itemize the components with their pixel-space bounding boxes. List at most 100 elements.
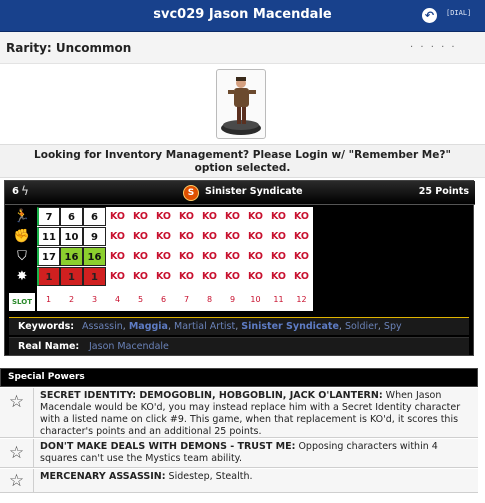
special-power-item: ☆ SECRET IDENTITY: DEMOGOBLIN, HOBGOBLIN… xyxy=(0,388,478,438)
slot-number: 8 xyxy=(206,295,213,304)
slot-number: 3 xyxy=(91,295,98,304)
dial-grid: 7 6 6 KO KO KO KO KO KO KO KO KO 11 10 9 KO KO KO KO KO KO KO… xyxy=(37,207,313,311)
dial-cell: KO xyxy=(109,271,125,282)
dial-cell: KO xyxy=(178,231,194,242)
dial-cell: 11 xyxy=(37,227,60,246)
dial-cell: KO xyxy=(155,211,171,222)
dial-cell: KO xyxy=(270,231,286,242)
dial-cell: KO xyxy=(247,211,263,222)
dial-cell: 9 xyxy=(83,227,106,246)
dial-cell: KO xyxy=(293,211,309,222)
dial-cell: KO xyxy=(109,211,125,222)
figure-thumbnail[interactable] xyxy=(216,69,266,139)
dial-cell: KO xyxy=(247,271,263,282)
special-powers-title: Special Powers xyxy=(8,372,85,382)
dial-header: 6 ϟ S Sinister Syndicate 25 Points xyxy=(5,181,475,205)
special-power-name: SECRET IDENTITY: DEMOGOBLIN, HOBGOBLIN, … xyxy=(40,390,383,401)
dial-cell: 1 xyxy=(60,267,83,286)
dial-cell: KO xyxy=(224,231,240,242)
dial-cell: KO xyxy=(155,251,171,262)
real-name-row: Real Name: Jason Macendale xyxy=(9,337,469,355)
slot-number: 11 xyxy=(273,295,284,304)
dial-cell: KO xyxy=(109,251,125,262)
dial-cell: KO xyxy=(178,271,194,282)
title-bar: svc029 Jason Macendale ↶ [DIAL] xyxy=(0,0,485,32)
attack-icon: ✊ xyxy=(13,229,31,244)
dial-link[interactable]: [DIAL] xyxy=(446,9,471,17)
keyword-link[interactable]: Spy xyxy=(384,321,402,332)
slot-number: 2 xyxy=(68,295,75,304)
dial-cell: 6 xyxy=(60,207,83,226)
dial-cell: KO xyxy=(224,271,240,282)
special-power-text: MERCENARY ASSASSIN: Sidestep, Stealth. xyxy=(40,471,470,483)
rarity-row: Rarity: Uncommon · · · · · xyxy=(0,32,485,64)
keyword-link[interactable]: Assassin xyxy=(82,321,123,332)
slot-number: 10 xyxy=(250,295,261,304)
dial-cell: KO xyxy=(201,211,217,222)
keyword-link[interactable]: Maggia xyxy=(129,321,168,332)
keywords-row: Keywords: Assassin, Maggia, Martial Arti… xyxy=(9,317,469,335)
rarity-dots: · · · · · xyxy=(410,42,457,53)
keyword-link[interactable]: Sinister Syndicate xyxy=(241,321,339,332)
slot-number: 4 xyxy=(114,295,121,304)
keyword-link[interactable]: Martial Artist xyxy=(174,321,235,332)
range-value: 6 xyxy=(12,186,19,197)
rarity-label: Rarity: Uncommon xyxy=(6,41,132,55)
dial-cell: KO xyxy=(201,231,217,242)
dial-cell: KO xyxy=(270,251,286,262)
special-power-description: Sidestep, Stealth. xyxy=(168,471,253,482)
special-powers-header: Special Powers xyxy=(0,368,478,387)
dial-cell: KO xyxy=(224,211,240,222)
dial-cell: KO xyxy=(155,271,171,282)
dial-cell: KO xyxy=(132,211,148,222)
star-icon[interactable]: ☆ xyxy=(0,439,34,467)
slot-number: 7 xyxy=(183,295,190,304)
keyword-link[interactable]: Soldier xyxy=(345,321,378,332)
slot-number: 5 xyxy=(137,295,144,304)
dial-cell: KO xyxy=(270,271,286,282)
dial-cell: KO xyxy=(132,271,148,282)
page-title: svc029 Jason Macendale xyxy=(153,7,332,22)
keywords-label: Keywords: xyxy=(18,321,75,332)
points-value: 25 Points xyxy=(418,186,469,197)
special-power-name: MERCENARY ASSASSIN: xyxy=(40,471,166,482)
real-name-label: Real Name: xyxy=(18,341,80,352)
star-icon[interactable]: ☆ xyxy=(0,388,34,437)
dial-cell: KO xyxy=(293,251,309,262)
slot-label: SLOT xyxy=(9,293,35,311)
special-power-name: DON'T MAKE DEALS WITH DEMONS - TRUST ME: xyxy=(40,441,296,452)
figure-row xyxy=(0,65,485,143)
dial-cell: KO xyxy=(201,251,217,262)
dial-cell: 10 xyxy=(60,227,83,246)
speed-icon: 🏃 xyxy=(13,209,31,224)
dial-cell: 17 xyxy=(37,247,60,266)
dial-cell: 16 xyxy=(83,247,106,266)
slot-number: 9 xyxy=(229,295,236,304)
special-power-text: DON'T MAKE DEALS WITH DEMONS - TRUST ME:… xyxy=(40,441,470,465)
dial-cell: KO xyxy=(247,231,263,242)
dial-cell: 1 xyxy=(37,267,60,286)
dial-cell: KO xyxy=(293,231,309,242)
special-power-item: ☆ MERCENARY ASSASSIN: Sidestep, Stealth. xyxy=(0,469,478,493)
real-name-link[interactable]: Jason Macendale xyxy=(89,341,169,352)
keywords-list: Assassin, Maggia, Martial Artist, Sinist… xyxy=(82,321,402,332)
dial-cell: KO xyxy=(293,271,309,282)
dial-cell: KO xyxy=(178,251,194,262)
lightning-bolt-icon: ϟ xyxy=(21,184,29,198)
damage-icon: ✸ xyxy=(16,269,28,284)
special-power-item: ☆ DON'T MAKE DEALS WITH DEMONS - TRUST M… xyxy=(0,439,478,468)
team-name: Sinister Syndicate xyxy=(205,186,303,197)
dial-cell: KO xyxy=(247,251,263,262)
dial-cell: KO xyxy=(224,251,240,262)
star-icon[interactable]: ☆ xyxy=(0,469,34,492)
sinister-syndicate-team-icon: S xyxy=(183,185,199,201)
figure-image-icon xyxy=(221,77,261,135)
dial-cell: KO xyxy=(132,231,148,242)
slot-number: 6 xyxy=(160,295,167,304)
dial-cell: KO xyxy=(132,251,148,262)
dial-cell: KO xyxy=(155,231,171,242)
special-power-text: SECRET IDENTITY: DEMOGOBLIN, HOBGOBLIN, … xyxy=(40,390,470,438)
dial-cell: 7 xyxy=(37,207,60,226)
defense-icon: ⛉ xyxy=(17,249,27,264)
back-arrow-icon[interactable]: ↶ xyxy=(422,8,437,23)
